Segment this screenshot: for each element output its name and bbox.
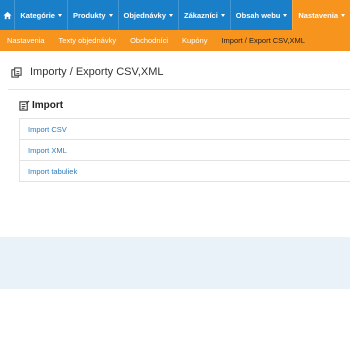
import-icon (19, 100, 30, 111)
nav-label: Nastavenia (298, 10, 338, 20)
nav-objednavky[interactable]: Objednávky (117, 0, 179, 30)
chevron-down-icon (57, 13, 62, 17)
sub-navbar: Nastavenia Texty objednávky Obchodníci K… (0, 30, 350, 51)
subnav-obchodnici[interactable]: Obchodníci (123, 30, 175, 51)
nav-kategorie[interactable]: Kategórie (14, 0, 67, 30)
import-export-icon (11, 66, 22, 78)
home-icon (3, 11, 12, 20)
import-links-list: Import CSV Import XML Import tabuliek (19, 118, 350, 182)
import-xml-link[interactable]: Import XML (19, 140, 350, 161)
main-navbar: Kategórie Produkty Objednávky Zákazníci … (0, 0, 350, 30)
nav-label: Kategórie (20, 10, 55, 20)
chevron-down-icon (283, 13, 288, 17)
chevron-down-icon (169, 13, 174, 17)
import-csv-link[interactable]: Import CSV (19, 119, 350, 140)
nav-nastavenia[interactable]: Nastavenia (292, 0, 350, 30)
footer-band (0, 237, 350, 289)
nav-zakaznici[interactable]: Zákazníci (178, 0, 230, 30)
subnav-kupony[interactable]: Kupóny (175, 30, 214, 51)
nav-produkty[interactable]: Produkty (66, 0, 118, 30)
nav-obsah-webu[interactable]: Obsah webu (229, 0, 293, 30)
section-title: Import (19, 100, 63, 111)
nav-label: Produkty (72, 10, 106, 20)
chevron-down-icon (108, 13, 113, 17)
subnav-import-export[interactable]: Import / Export CSV,XML (214, 30, 312, 51)
divider (8, 89, 350, 90)
chevron-down-icon (220, 13, 225, 17)
nav-label: Objednávky (123, 10, 167, 20)
home-button[interactable] (0, 0, 14, 30)
page-title-text: Importy / Exporty CSV,XML (30, 66, 164, 78)
subnav-nastavenia[interactable]: Nastavenia (0, 30, 52, 51)
nav-label: Obsah webu (235, 10, 281, 20)
nav-label: Zákazníci (184, 10, 218, 20)
subnav-texty-objednavky[interactable]: Texty objednávky (52, 30, 124, 51)
section-title-text: Import (32, 100, 64, 111)
import-tabuliek-link[interactable]: Import tabuliek (19, 161, 350, 182)
page-title: Importy / Exporty CSV,XML (11, 66, 163, 78)
chevron-down-icon (341, 13, 345, 17)
